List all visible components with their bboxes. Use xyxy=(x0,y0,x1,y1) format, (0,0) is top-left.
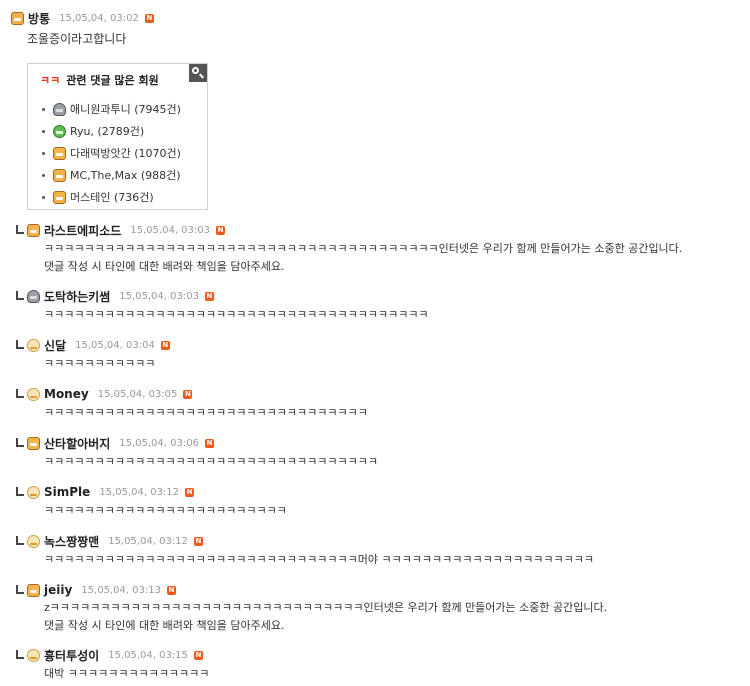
comment-nickname[interactable]: 흉터투성이 xyxy=(44,647,99,664)
comment-date: 15,05,04, 03:03 xyxy=(119,290,199,302)
reply-arrow-icon xyxy=(16,487,24,496)
comment-text: ㅋㅋㅋㅋㅋㅋㅋㅋㅋㅋㅋㅋㅋㅋㅋㅋㅋㅋㅋㅋㅋㅋㅋㅋㅋㅋㅋㅋㅋㅋㅋㅋㅋ xyxy=(44,455,378,468)
tiger-level-icon xyxy=(53,190,66,204)
comment-date: 15,05,04, 03:15 xyxy=(108,649,188,661)
comment-date: 15,05,04, 03:12 xyxy=(108,535,188,547)
new-badge: N xyxy=(204,438,214,448)
comment-text: ㅋㅋㅋㅋㅋㅋㅋㅋㅋㅋㅋㅋㅋㅋㅋㅋㅋㅋㅋㅋㅋㅋㅋㅋㅋㅋㅋㅋㅋㅋㅋㅋㅋㅋㅋㅋㅋㅋ xyxy=(44,308,429,321)
reply-arrow-icon xyxy=(16,536,24,545)
egg-level-icon xyxy=(27,648,40,662)
comment-text: ㅋㅋㅋㅋㅋㅋㅋㅋㅋㅋㅋ xyxy=(44,357,156,370)
comment-text: ㅋㅋㅋㅋㅋㅋㅋㅋㅋㅋㅋㅋㅋㅋㅋㅋㅋㅋㅋㅋㅋㅋㅋㅋㅋㅋㅋㅋㅋㅋㅋ머야 ㅋㅋㅋㅋㅋㅋ… xyxy=(44,553,594,566)
comment-text: ㅋㅋㅋㅋㅋㅋㅋㅋㅋㅋㅋㅋㅋㅋㅋㅋㅋㅋㅋㅋㅋㅋㅋㅋㅋㅋㅋㅋㅋㅋㅋㅋ xyxy=(44,406,368,419)
member-name[interactable]: 애니원과투니 (7945건) xyxy=(70,101,181,117)
comment-date: 15,05,04, 03:03 xyxy=(130,224,210,236)
member-name[interactable]: 머스테인 (736건) xyxy=(70,189,154,205)
new-badge: N xyxy=(185,487,195,497)
comment-nickname[interactable]: 산타할아버지 xyxy=(44,435,110,452)
comment-nickname[interactable]: 도탁하는키썸 xyxy=(44,288,110,305)
egg-level-icon xyxy=(27,534,40,548)
mouse-level-icon xyxy=(27,289,40,303)
new-badge: N xyxy=(144,13,154,23)
member-name[interactable]: Ryu, (2789건) xyxy=(70,123,144,139)
comment-nickname[interactable]: Money xyxy=(44,387,89,401)
comment-date: 15,05,04, 03:02 xyxy=(59,12,139,24)
tiger-level-icon xyxy=(27,436,40,450)
comment-date: 15,05,04, 03:12 xyxy=(99,486,180,498)
frog-level-icon xyxy=(53,124,66,138)
bullet-icon xyxy=(42,107,45,111)
new-badge: N xyxy=(216,225,225,235)
tiger-level-icon xyxy=(27,223,40,237)
bullet-icon xyxy=(42,129,45,133)
new-badge: N xyxy=(193,650,203,660)
comment-nickname[interactable]: 녹스짱짱맨 xyxy=(44,533,99,550)
comment-text: 댓글 작성 시 타인에 대한 배려와 책임을 담아주세요. xyxy=(44,260,285,273)
bullet-icon xyxy=(42,151,45,155)
reply-arrow-icon xyxy=(16,225,24,234)
egg-level-icon xyxy=(27,387,40,401)
comment-nickname[interactable]: 방통 xyxy=(28,10,50,27)
reply-arrow-icon xyxy=(16,585,24,594)
new-badge: N xyxy=(204,291,214,301)
egg-level-icon xyxy=(27,485,40,499)
popup-title-text: 관련 댓글 많은 회원 xyxy=(66,74,159,87)
bullet-icon xyxy=(42,195,45,199)
popup-member-item[interactable]: 다래떡방앗간 (1070건) xyxy=(42,142,181,164)
comment-text: 대박 ㅋㅋㅋㅋㅋㅋㅋㅋㅋㅋㅋㅋㅋㅋ xyxy=(44,667,210,680)
reply-arrow-icon xyxy=(16,438,24,447)
new-badge: N xyxy=(193,536,203,546)
new-badge: N xyxy=(160,340,170,350)
popup-member-item[interactable]: 머스테인 (736건) xyxy=(42,186,181,208)
popup-member-item[interactable]: MC,The,Max (988건) xyxy=(42,164,181,186)
reply-arrow-icon xyxy=(16,291,24,300)
comment-date: 15,05,04, 03:13 xyxy=(81,584,162,596)
zoom-icon[interactable] xyxy=(189,64,207,82)
tiger-level-icon xyxy=(53,146,66,160)
tiger-level-icon xyxy=(11,11,24,25)
new-badge: N xyxy=(167,585,177,595)
reply-arrow-icon xyxy=(16,650,24,659)
member-name[interactable]: MC,The,Max (988건) xyxy=(70,167,181,183)
comment-text: 댓글 작성 시 타인에 대한 배려와 책임을 담아주세요. xyxy=(44,619,285,632)
egg-level-icon xyxy=(27,338,40,352)
popup-member-item[interactable]: 애니원과투니 (7945건) xyxy=(42,98,181,120)
comment-text: 조울증이라고합니다 xyxy=(27,32,127,46)
comment-text: ㅋㅋㅋㅋㅋㅋㅋㅋㅋㅋㅋㅋㅋㅋㅋㅋㅋㅋㅋㅋㅋㅋㅋㅋ xyxy=(44,504,287,517)
member-name[interactable]: 다래떡방앗간 (1070건) xyxy=(70,145,181,161)
comment-text: ㅋㅋㅋㅋㅋㅋㅋㅋㅋㅋㅋㅋㅋㅋㅋㅋㅋㅋㅋㅋㅋㅋㅋㅋㅋㅋㅋㅋㅋㅋㅋㅋㅋㅋㅋㅋㅋㅋㅋ인… xyxy=(44,242,683,255)
reply-arrow-icon xyxy=(16,340,24,349)
comment-nickname[interactable]: 라스트에피소드 xyxy=(44,222,121,239)
tiger-level-icon xyxy=(27,583,40,597)
popup-title-kk: ㅋㅋ xyxy=(40,74,61,87)
comment-date: 15,05,04, 03:06 xyxy=(119,437,199,449)
tiger-level-icon xyxy=(53,168,66,182)
related-members-popup: ㅋㅋ 관련 댓글 많은 회원 애니원과투니 (7945건) Ryu, (2789건… xyxy=(27,63,208,210)
comment-nickname[interactable]: 신달 xyxy=(44,337,66,354)
new-badge: N xyxy=(183,389,193,399)
comment-nickname[interactable]: SimPle xyxy=(44,485,90,499)
mouse-level-icon xyxy=(53,102,66,116)
comment-date: 15,05,04, 03:04 xyxy=(75,339,155,351)
reply-arrow-icon xyxy=(16,389,24,398)
comment-date: 15,05,04, 03:05 xyxy=(97,388,178,400)
popup-member-item[interactable]: Ryu, (2789건) xyxy=(42,120,181,142)
bullet-icon xyxy=(42,173,45,177)
comment-nickname[interactable]: jeiiy xyxy=(44,583,72,597)
popup-member-list: 애니원과투니 (7945건) Ryu, (2789건) 다래떡방앗간 (1070… xyxy=(42,98,181,208)
comment-text: zㅋㅋㅋㅋㅋㅋㅋㅋㅋㅋㅋㅋㅋㅋㅋㅋㅋㅋㅋㅋㅋㅋㅋㅋㅋㅋㅋㅋㅋㅋㅋ인터넷은 우리가… xyxy=(44,601,608,614)
popup-title: ㅋㅋ 관련 댓글 많은 회원 xyxy=(40,72,159,88)
